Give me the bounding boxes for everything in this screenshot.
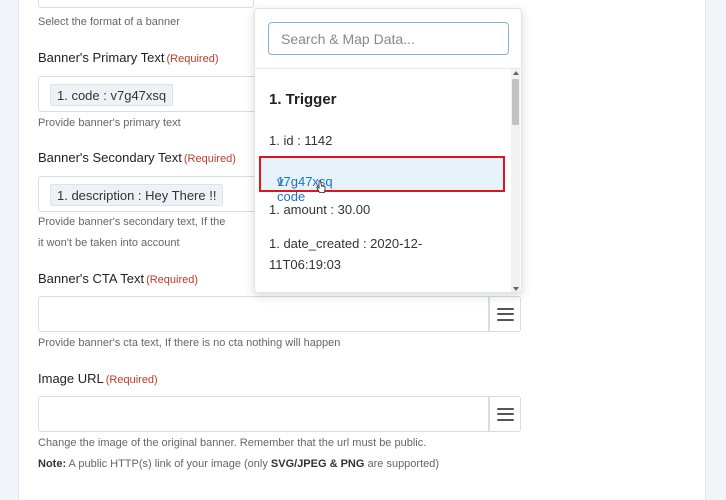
secondary-text-hint-2: it won't be taken into account [38, 237, 180, 249]
trigger-section-heading: 1. Trigger [269, 91, 337, 108]
cta-map-data-button[interactable] [489, 296, 521, 332]
data-option-id[interactable]: 1. id : 1142 [269, 133, 332, 148]
data-option-amount[interactable]: 1. amount : 30.00 [269, 202, 370, 217]
data-option-date-created-cont[interactable]: 11T06:19:03 [269, 257, 341, 272]
note-text: A public HTTP(s) link of your image (onl… [66, 458, 271, 470]
dropdown-divider [255, 68, 521, 69]
image-url-note: Note: A public HTTP(s) link of your imag… [38, 454, 439, 474]
image-map-data-button[interactable] [489, 396, 521, 432]
note-label: Note: [38, 458, 67, 470]
image-url-hint: Change the image of the original banner.… [38, 437, 427, 449]
primary-text-hint: Provide banner's primary text [38, 117, 181, 129]
required-badge: (Required) [166, 53, 219, 65]
format-hint: Select the format of a banner [38, 16, 180, 28]
primary-text-label: Banner's Primary Text (Required) [38, 50, 218, 65]
data-option-code-highlighted[interactable]: 1. code v7g47xsq [259, 156, 505, 204]
mapped-token[interactable]: 1. description : Hey There !! [50, 184, 224, 206]
note-text-end: are supported) [364, 458, 440, 470]
primary-text-label-text: Banner's Primary Text [38, 50, 165, 65]
scrollbar-thumb[interactable] [512, 79, 519, 125]
secondary-text-hint-1: Provide banner's secondary text, If the [38, 216, 226, 228]
cta-text-input[interactable] [38, 296, 489, 332]
required-badge: (Required) [183, 153, 236, 165]
primary-text-field[interactable]: 1. code : v7g47xsq [38, 76, 268, 112]
required-badge: (Required) [146, 274, 199, 286]
scroll-down-arrow-icon[interactable] [513, 287, 519, 291]
hamburger-menu-icon [496, 407, 514, 421]
banner-format-select[interactable] [38, 0, 254, 8]
image-url-label-text: Image URL [38, 371, 104, 386]
secondary-text-label-text: Banner's Secondary Text [38, 150, 182, 165]
search-map-data-input[interactable] [268, 22, 509, 55]
data-option-date-created[interactable]: 1. date_created : 2020-12- [269, 236, 422, 251]
cta-text-label: Banner's CTA Text (Required) [38, 271, 198, 286]
cta-text-label-text: Banner's CTA Text [38, 271, 145, 286]
note-formats: SVG/JPEG & PNG [270, 458, 365, 470]
secondary-text-label: Banner's Secondary Text (Required) [38, 150, 236, 165]
required-badge: (Required) [105, 374, 158, 386]
image-url-input[interactable] [38, 396, 489, 432]
dropdown-scrollbar[interactable] [511, 69, 520, 292]
hand-pointer-icon [316, 180, 326, 193]
secondary-text-field[interactable]: 1. description : Hey There !! [38, 176, 268, 212]
scroll-up-arrow-icon[interactable] [513, 71, 519, 75]
hamburger-menu-icon [496, 307, 514, 321]
map-data-dropdown: 1. Trigger 1. id : 1142 1. code v7g47xsq… [254, 8, 522, 293]
image-url-label: Image URL (Required) [38, 371, 158, 386]
mapped-token[interactable]: 1. code : v7g47xsq [50, 84, 174, 106]
cta-text-hint: Provide banner's cta text, If there is n… [38, 337, 341, 349]
